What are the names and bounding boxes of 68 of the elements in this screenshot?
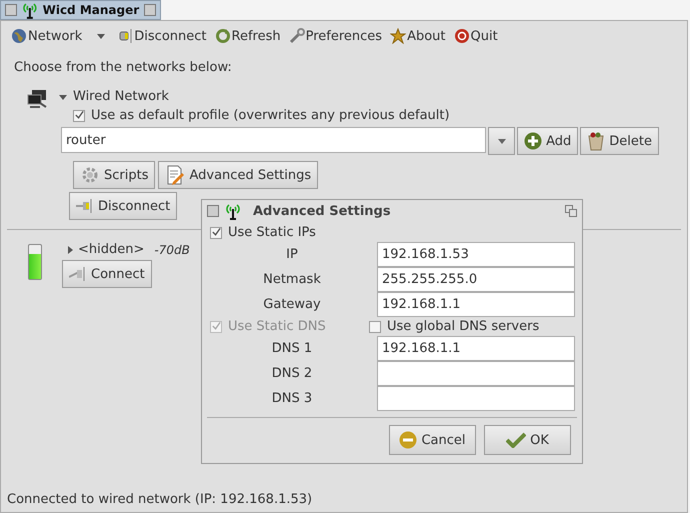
- basket-icon: [587, 131, 606, 151]
- checkmark-icon: [506, 432, 526, 448]
- connect-button[interactable]: Connect: [62, 260, 152, 288]
- dialog-title: Advanced Settings: [253, 204, 391, 218]
- checkbox[interactable]: [369, 320, 381, 332]
- delete-button[interactable]: Delete: [580, 127, 659, 155]
- star-icon: [390, 28, 406, 44]
- window-title: Wicd Manager: [42, 3, 140, 17]
- window-tab[interactable]: Wicd Manager: [0, 0, 161, 20]
- plug-icon: [76, 199, 94, 213]
- input-field[interactable]: 192.168.1.53: [377, 242, 575, 267]
- antenna-icon: [22, 1, 38, 19]
- prompt-text: Choose from the networks below:: [13, 59, 233, 75]
- checkbox[interactable]: [210, 226, 222, 238]
- toolbar-button[interactable]: Refresh: [214, 28, 281, 44]
- gear-icon: [80, 166, 100, 184]
- network-name: Wired Network: [73, 89, 169, 104]
- dropdown-button[interactable]: [488, 127, 516, 155]
- network-name: <hidden>: [78, 242, 144, 257]
- plus-icon: [524, 132, 542, 150]
- globe-icon: [11, 28, 27, 44]
- checkbox-label: Use Static DNS: [228, 319, 326, 334]
- dropdown-caret-icon[interactable]: [97, 34, 106, 38]
- checkbox[interactable]: [73, 110, 85, 122]
- input-field[interactable]: [377, 361, 575, 386]
- toolbar-button[interactable]: Network: [11, 28, 112, 44]
- ok-button[interactable]: OK: [484, 425, 571, 455]
- window-menu-icon[interactable]: [5, 4, 17, 16]
- toolbar-button[interactable]: About: [390, 28, 446, 44]
- antenna-icon: [225, 202, 241, 220]
- caret-icon: [498, 138, 506, 144]
- field-label: Netmask: [262, 272, 322, 287]
- field-label: IP: [285, 247, 299, 262]
- input-field[interactable]: 192.168.1.1: [377, 292, 575, 317]
- checkbox-label: Use Static IPs: [228, 225, 316, 240]
- input-field[interactable]: 255.255.255.0: [377, 267, 575, 292]
- maximize-icon[interactable]: [144, 4, 156, 16]
- advanced-settings-button[interactable]: Advanced Settings: [158, 161, 318, 189]
- input-field[interactable]: 192.168.1.1: [377, 336, 575, 361]
- checkbox-label: Use global DNS servers: [387, 319, 540, 334]
- document-pencil-icon: [165, 165, 186, 185]
- status-text: Connected to wired network (IP: 192.168.1.53): [6, 491, 314, 509]
- checkbox-label: Use as default profile (overwrites any previous default): [91, 108, 450, 123]
- toolbar-button[interactable]: Disconnect: [119, 28, 206, 44]
- maximize-icon[interactable]: [565, 205, 577, 217]
- add-button[interactable]: Add: [517, 127, 578, 155]
- profile-field[interactable]: router: [61, 127, 486, 153]
- field-label: Gateway: [262, 297, 322, 312]
- refresh-icon: [214, 28, 230, 44]
- plug-icon: [119, 28, 134, 44]
- cancel-button[interactable]: Cancel: [389, 425, 476, 455]
- input-field[interactable]: [377, 386, 575, 411]
- toolbar-button[interactable]: Quit: [454, 28, 498, 44]
- computers-icon: [27, 89, 47, 109]
- expander-icon[interactable]: [59, 92, 67, 100]
- minus-circle-icon: [399, 431, 418, 449]
- field-label: DNS 1: [270, 341, 314, 356]
- disconnect-button[interactable]: Disconnect: [69, 192, 178, 220]
- signal-strength: -70dB: [154, 242, 190, 256]
- toolbar-button[interactable]: Preferences: [288, 28, 382, 44]
- field-label: DNS 2: [270, 366, 314, 381]
- power-icon: [454, 28, 470, 44]
- wrench-icon: [288, 28, 305, 44]
- plug-icon: [69, 267, 87, 281]
- window-menu-icon[interactable]: [207, 205, 219, 217]
- scripts-button[interactable]: Scripts: [73, 161, 156, 189]
- expander-icon[interactable]: [66, 246, 74, 254]
- field-label: DNS 3: [270, 391, 314, 406]
